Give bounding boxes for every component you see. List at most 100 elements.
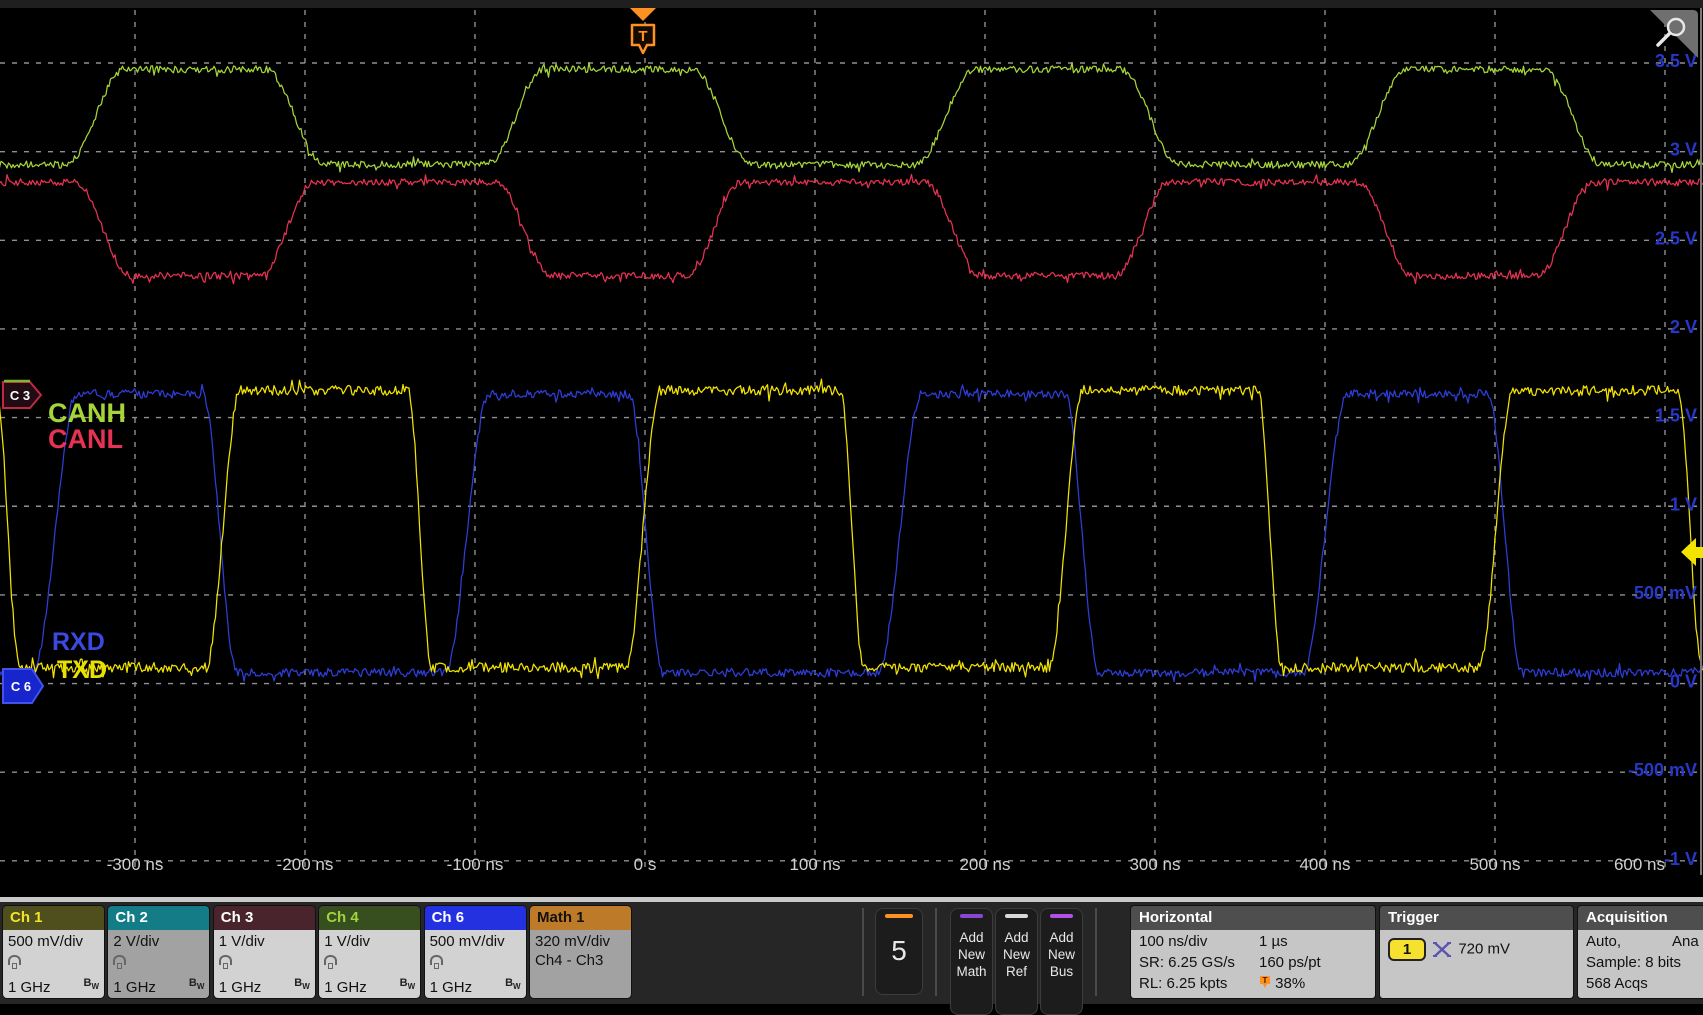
channel-bandwidth: 1 GHz [324,978,367,997]
channel-badge-math1[interactable]: Math 1320 mV/divCh4 - Ch3 [530,906,631,998]
channel-badge-ch1[interactable]: Ch 1 500 mV/div 1 GHz BW [3,906,104,998]
accent-bar [960,914,983,918]
horizontal-duration: 1 µs [1259,933,1288,950]
voltage-axis-label: 2 V [1670,317,1697,337]
channel-badge-title: Ch 6 [425,906,526,930]
trace-canl [0,175,1703,284]
bandwidth-limit-icon: BW [505,974,521,996]
record-length: RL: 6.25 kpts [1139,975,1227,992]
acquisition-count: 568 Acqs [1586,975,1648,992]
time-axis-label: 200 ns [959,855,1010,874]
acquisition-mode-extra: Ana [1672,933,1699,950]
add-new-math-button[interactable]: AddNewMath [950,908,993,1015]
bandwidth-limit-icon: BW [294,974,310,996]
channel-badge-ch3[interactable]: Ch 31 V/div1 GHzBW [214,906,315,998]
channel-bandwidth: 1 GHz [8,978,51,997]
add-new-ref-button[interactable]: AddNewRef [995,908,1038,1015]
bandwidth-limit-icon: BW [189,974,205,996]
channel-scale: 500 mV/div [430,932,521,951]
channel-badge-body: 2 V/div1 GHzBW [108,930,209,998]
channel-marker-c6[interactable]: C 6 [3,669,43,703]
probe-icon [324,955,337,965]
channel-badge-title: Math 1 [530,906,631,930]
acquisition-sample-bits: Sample: 8 bits [1586,954,1681,971]
acquisition-panel-title: Acquisition [1578,906,1703,930]
voltage-axis-label: 3.5 V [1655,51,1697,71]
trace-txd [0,379,1703,678]
channel-badge-title: Ch 3 [214,906,315,930]
accent-bar [885,914,913,918]
acquisition-panel[interactable]: Acquisition Auto, Ana Sample: 8 bits 568… [1578,906,1703,998]
scroll-badge-5[interactable]: 5 [875,908,923,995]
math-source: Ch4 - Ch3 [535,951,626,970]
channel-bandwidth: 1 GHz [113,978,156,997]
sample-period: 160 ps/pt [1259,954,1321,971]
oscilloscope-screen: { "plot": { "trace_labels": { "canh": "C… [0,0,1703,1004]
channel-scale: 1 V/div [324,932,415,951]
waveform-display[interactable]: -300 ns-200 ns-100 ns0 s100 ns200 ns300 … [0,0,1703,902]
time-axis-label: 100 ns [789,855,840,874]
voltage-axis-label: 500 mV [1634,583,1697,603]
probe-icon [219,955,232,965]
trigger-marker-label: T [638,28,647,45]
channel-bandwidth: 1 GHz [430,978,473,997]
channel-badge-title: Ch 2 [108,906,209,930]
voltage-axis-label: -1 V [1664,849,1697,869]
channel-scale: 1 V/div [219,932,310,951]
time-axis-label: 500 ns [1469,855,1520,874]
voltage-axis-label: 3 V [1670,140,1697,160]
channel-badge-body: 500 mV/div 1 GHz BW [425,930,526,998]
channel-badge-body: 320 mV/divCh4 - Ch3 [530,930,631,998]
svg-text:T: T [1263,976,1268,985]
trigger-position-percent: 38% [1275,975,1305,992]
channel-marker-c6-label: C 6 [11,679,31,694]
channel-marker-c3-label: C 3 [10,388,30,403]
time-axis-label: 300 ns [1129,855,1180,874]
accent-bar [1050,914,1073,918]
time-axis-label: -300 ns [107,855,164,874]
rxd-label: RXD [52,628,105,656]
trace-canh [0,63,1703,173]
button-label-line: New [1041,946,1082,963]
probe-icon [8,955,21,965]
trigger-source-chip[interactable]: 1 [1388,938,1426,961]
scroll-badge-count: 5 [876,935,922,967]
channel-badge-ch6[interactable]: Ch 6 500 mV/div 1 GHz BW [425,906,526,998]
channel-scale: 500 mV/div [8,932,99,951]
button-label-line: Bus [1041,963,1082,980]
trigger-panel[interactable]: Trigger 1 720 mV [1380,906,1573,998]
button-label-line: Math [951,963,992,980]
channel-marker-c3[interactable]: C 3 [3,381,41,408]
channel-badge-ch2[interactable]: Ch 22 V/div1 GHzBW [108,906,209,998]
button-label-line: New [951,946,992,963]
trigger-level-value: 720 mV [1458,940,1510,957]
separator [862,908,864,996]
channel-badge-ch4[interactable]: Ch 41 V/div1 GHzBW [319,906,420,998]
button-label-line: New [996,946,1037,963]
horizontal-scale: 100 ns/div [1139,933,1207,950]
trigger-panel-title: Trigger [1380,906,1573,930]
channel-badge-body: 500 mV/div 1 GHz BW [3,930,104,998]
time-axis-label: 400 ns [1299,855,1350,874]
voltage-axis-label: -500 mV [1628,760,1697,780]
trigger-position-row: T 38% [1259,975,1305,992]
probe-icon [113,955,126,965]
accent-bar [1005,914,1028,918]
graticule [0,10,1700,868]
bandwidth-limit-icon: BW [83,974,99,996]
trigger-level-arrow[interactable] [1681,538,1703,566]
channel-badge-title: Ch 1 [3,906,104,930]
channel-scale: 320 mV/div [535,932,626,951]
probe-icon [430,955,443,965]
horizontal-panel-title: Horizontal [1131,906,1375,930]
add-new-bus-button[interactable]: AddNewBus [1040,908,1083,1015]
voltage-axis-label: 0 V [1670,672,1697,692]
horizontal-panel[interactable]: Horizontal 100 ns/div 1 µs SR: 6.25 GS/s… [1131,906,1375,998]
time-axis-label: 600 ns [1614,855,1665,874]
sample-rate: SR: 6.25 GS/s [1139,954,1235,971]
canl-label: CANL [48,424,123,454]
trigger-position-marker[interactable]: T [630,8,656,53]
acquisition-mode: Auto, [1586,933,1621,950]
channel-badge-body: 1 V/div1 GHzBW [214,930,315,998]
trigger-slope-icon [1432,941,1452,958]
